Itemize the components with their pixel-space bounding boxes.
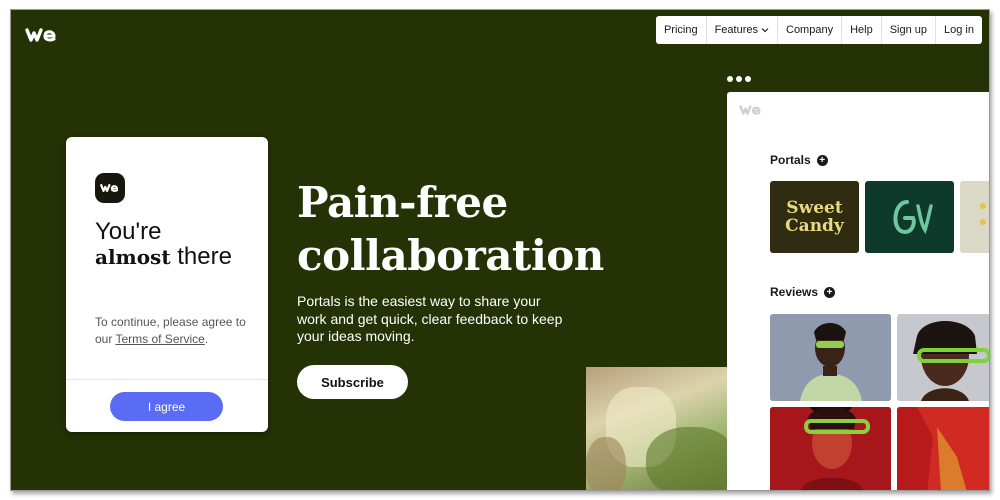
subscribe-button[interactable]: Subscribe — [297, 365, 408, 399]
terms-consent-card: You're almost there To continue, please … — [66, 137, 268, 432]
terms-of-service-link[interactable]: Terms of Service — [115, 332, 204, 346]
portal-tile-sweet-candy[interactable]: Sweet Candy — [770, 181, 859, 253]
page-frame: Pricing Features Company Help Sign up Lo… — [10, 9, 990, 491]
portals-heading: Portals + — [770, 153, 828, 167]
card-divider — [66, 379, 268, 380]
hero-title: Pain-free collaboration — [297, 178, 604, 280]
nav-sign-up[interactable]: Sign up — [880, 16, 935, 44]
nav-log-in[interactable]: Log in — [935, 16, 982, 44]
top-nav: Pricing Features Company Help Sign up Lo… — [655, 16, 982, 44]
reviews-heading: Reviews + — [770, 285, 836, 299]
wetransfer-logo[interactable] — [25, 25, 59, 45]
window-dots-icon — [727, 76, 751, 82]
card-logo-icon — [95, 173, 125, 203]
portal-tile-monogram[interactable] — [865, 181, 954, 253]
review-image-1[interactable] — [770, 314, 891, 401]
nav-pricing[interactable]: Pricing — [656, 16, 706, 44]
terms-text: To continue, please agree to our Terms o… — [95, 315, 246, 346]
nav-features[interactable]: Features — [705, 16, 777, 44]
add-review-icon[interactable]: + — [824, 286, 836, 298]
review-image-2[interactable] — [897, 314, 989, 401]
review-image-4[interactable] — [897, 407, 989, 490]
monogram-icon — [893, 200, 933, 235]
chevron-down-icon — [761, 28, 769, 33]
i-agree-button[interactable]: I agree — [110, 392, 223, 421]
review-image-3[interactable] — [770, 407, 891, 490]
app-preview-window: Portals + Sweet Candy Reviews + — [727, 92, 989, 490]
hero-photo — [586, 367, 727, 490]
card-title: You're almost there — [95, 218, 232, 270]
nav-help[interactable]: Help — [841, 16, 881, 44]
nav-company[interactable]: Company — [777, 16, 841, 44]
hero-subtitle: Portals is the easiest way to share your… — [297, 293, 563, 344]
preview-logo-icon — [739, 105, 761, 115]
portal-tile-third[interactable] — [960, 181, 989, 253]
add-portal-icon[interactable]: + — [816, 154, 828, 166]
